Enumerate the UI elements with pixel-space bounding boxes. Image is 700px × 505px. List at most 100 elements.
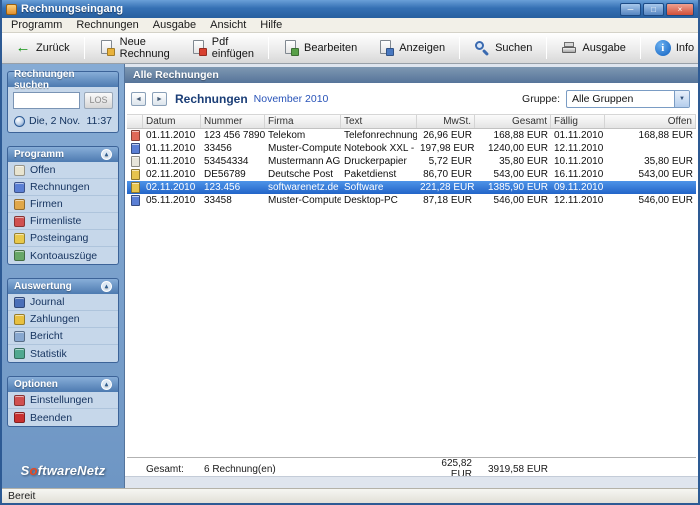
menu-ausgabe[interactable]: Ausgabe: [146, 18, 203, 33]
toolbar-separator: [267, 37, 269, 59]
table-row[interactable]: 01.11.2010 33456 Muster-Computer Noteboo…: [127, 142, 696, 155]
column-header-gesamt[interactable]: Gesamt: [475, 115, 551, 128]
toolbar-separator: [459, 37, 461, 59]
column-header-firma[interactable]: Firma: [265, 115, 341, 128]
cell-gesamt: 546,00 EUR: [493, 195, 548, 206]
minimize-button[interactable]: ─: [620, 2, 641, 16]
sidebar-item-bericht[interactable]: Bericht: [8, 328, 118, 345]
cell-datum: 05.11.2010: [146, 195, 196, 206]
empty-table-area: [127, 207, 696, 457]
menu-ansicht[interactable]: Ansicht: [203, 18, 253, 33]
cell-firma: Telekom: [268, 130, 306, 141]
menu-programm[interactable]: Programm: [4, 18, 69, 33]
new-invoice-icon: [99, 40, 115, 56]
info-button-label: Info: [675, 42, 695, 54]
cell-nummer: DE56789: [204, 169, 246, 180]
column-header-faellig[interactable]: Fällig: [551, 115, 605, 128]
sidebar-item-journal[interactable]: Journal: [8, 294, 118, 311]
chevron-down-icon[interactable]: ▼: [674, 91, 689, 107]
sidebar-item-statistik[interactable]: Statistik: [8, 345, 118, 362]
view-header-bar: Alle Rechnungen: [125, 67, 698, 83]
invoice-doc-icon: [130, 195, 140, 206]
inbox-icon: [14, 232, 25, 244]
bottom-strip: [125, 476, 698, 488]
statistics-icon: [14, 348, 25, 359]
new-invoice-label: Neue Rechnung: [119, 36, 170, 60]
cell-mwst: 26,96 EUR: [423, 130, 472, 141]
sidebar-item-einstellungen[interactable]: Einstellungen: [8, 392, 118, 409]
cell-faellig: 01.11.2010: [554, 130, 604, 141]
menu-rechnungen[interactable]: Rechnungen: [69, 18, 145, 33]
invoice-doc-icon: [130, 143, 140, 154]
cell-faellig: 12.11.2010: [554, 195, 604, 206]
search-input[interactable]: [13, 92, 80, 109]
cell-text: Notebook XXL - Su...: [344, 143, 417, 154]
prev-period-button[interactable]: ◄: [131, 92, 146, 106]
column-header-datum[interactable]: Datum: [143, 115, 201, 128]
sidebar-item-firmenliste[interactable]: Firmenliste: [8, 213, 118, 230]
table-row[interactable]: 01.11.2010 123 456 7890 Telekom Telefonr…: [127, 129, 696, 142]
cell-nummer: 123.456: [204, 182, 241, 193]
cell-text: Desktop-PC: [344, 195, 398, 206]
output-button[interactable]: Ausgabe: [551, 36, 635, 61]
sidebar-item-firmen[interactable]: Firmen: [8, 196, 118, 213]
close-button[interactable]: ×: [666, 2, 694, 16]
back-button[interactable]: Zurück: [5, 36, 80, 61]
insert-pdf-button[interactable]: Pdf einfügen: [181, 36, 264, 61]
sidebar-item-offen[interactable]: Offen: [8, 162, 118, 179]
sidebar-item-beenden[interactable]: Beenden: [8, 409, 118, 426]
maximize-button[interactable]: □: [643, 2, 664, 16]
status-text: Bereit: [8, 490, 36, 502]
column-header-offen[interactable]: Offen: [605, 115, 696, 128]
view-button[interactable]: Anzeigen: [368, 36, 455, 61]
cell-nummer: 33456: [204, 143, 232, 154]
section-panel-auswertung: Journal Zahlungen Bericht Statistik: [7, 294, 119, 363]
table-row[interactable]: 01.11.2010 53454334 Mustermann AG Drucke…: [127, 155, 696, 168]
table-row[interactable]: 02.11.2010 DE56789 Deutsche Post Paketdi…: [127, 168, 696, 181]
cell-offen: 35,80 EUR: [644, 156, 693, 167]
view-header-title: Alle Rechnungen: [133, 69, 219, 81]
edit-button[interactable]: Bearbeiten: [273, 36, 367, 61]
menu-hilfe[interactable]: Hilfe: [253, 18, 289, 33]
sidebar-item-posteingang[interactable]: Posteingang: [8, 230, 118, 247]
main-area: Alle Rechnungen ◄ ► Rechnungen November …: [125, 64, 698, 488]
cell-text: Software: [344, 182, 384, 193]
table-row[interactable]: 05.11.2010 33458 Muster-Computer Desktop…: [127, 194, 696, 207]
cell-faellig: 16.11.2010: [554, 169, 604, 180]
group-select-value: Alle Gruppen: [572, 93, 634, 105]
sidebar-item-zahlungen[interactable]: Zahlungen: [8, 311, 118, 328]
cell-gesamt: 35,80 EUR: [499, 156, 548, 167]
next-period-button[interactable]: ►: [152, 92, 167, 106]
collapse-icon[interactable]: ▲: [101, 281, 112, 292]
collapse-icon[interactable]: ▲: [101, 149, 112, 160]
company-list-icon: [14, 215, 25, 227]
column-header-nummer[interactable]: Nummer: [201, 115, 265, 128]
printer-icon: [561, 40, 577, 56]
column-header-text[interactable]: Text: [341, 115, 417, 128]
period-link[interactable]: November 2010: [254, 93, 329, 105]
collapse-icon[interactable]: ▲: [101, 379, 112, 390]
sidebar-item-label: Kontoauszüge: [30, 249, 98, 262]
column-header-mwst[interactable]: MwSt.: [417, 115, 475, 128]
totals-label: Gesamt:: [146, 463, 184, 475]
info-button[interactable]: Info: [645, 36, 698, 61]
title-bar[interactable]: Rechnungseingang ─ □ ×: [2, 0, 698, 18]
invoice-panel: ◄ ► Rechnungen November 2010 Gruppe: All…: [125, 83, 698, 480]
invoice-count: 6 Rechnung(en): [204, 463, 276, 475]
settings-icon: [14, 394, 25, 406]
cell-firma: softwarenetz.de: [268, 182, 339, 193]
search-go-button[interactable]: LOS: [84, 92, 113, 109]
section-header-optionen[interactable]: Optionen ▲: [7, 376, 119, 392]
section-header-programm[interactable]: Programm ▲: [7, 146, 119, 162]
table-row-selected[interactable]: 02.11.2010 123.456 softwarenetz.de Softw…: [127, 181, 696, 194]
search-button[interactable]: Suchen: [464, 36, 542, 61]
section-header-auswertung[interactable]: Auswertung ▲: [7, 278, 119, 294]
invoices-icon: [14, 181, 25, 193]
toolbar: Zurück Neue Rechnung Pdf einfügen Bearbe…: [2, 33, 698, 64]
view-button-label: Anzeigen: [399, 42, 446, 54]
sidebar-item-kontoauszuege[interactable]: Kontoauszüge: [8, 247, 118, 264]
new-invoice-button[interactable]: Neue Rechnung: [89, 36, 180, 61]
group-select[interactable]: Alle Gruppen ▼: [566, 90, 690, 108]
sidebar-item-rechnungen[interactable]: Rechnungen: [8, 179, 118, 196]
window-controls: ─ □ ×: [620, 2, 694, 16]
